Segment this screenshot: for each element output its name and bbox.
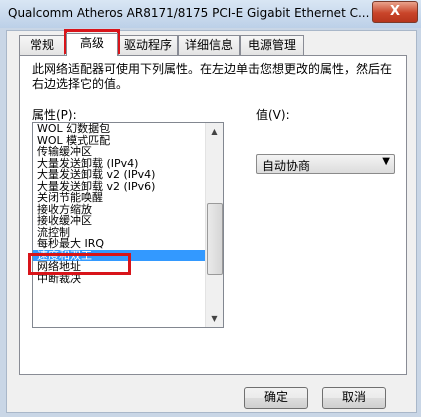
scroll-up-icon[interactable]: ▲ [206, 123, 223, 140]
scroll-down-icon[interactable]: ▼ [206, 310, 223, 327]
advanced-panel: 此网络适配器可使用下列属性。在左边单击您想更改的属性，然后在右边选择它的值。 属… [19, 55, 407, 375]
value-label: 值(V): [256, 108, 290, 122]
scroll-thumb[interactable] [207, 203, 223, 275]
list-item[interactable]: WOL 幻数据包 [33, 123, 223, 135]
property-label: 属性(P): [32, 108, 77, 122]
value-dropdown-text: 自动协商 [262, 159, 311, 173]
close-button[interactable]: X [372, 1, 418, 23]
tab-general[interactable]: 常规 [19, 35, 65, 55]
list-item[interactable]: 关闭节能唤醒 [33, 192, 223, 204]
item-highlight-box [28, 253, 131, 275]
panel-description: 此网络适配器可使用下列属性。在左边单击您想更改的属性，然后在右边选择它的值。 [32, 62, 393, 91]
property-list[interactable]: WOL 幻数据包 WOL 模式匹配 传输缓冲区 大量发送卸载 (IPv4) 大量… [32, 122, 224, 328]
list-scrollbar[interactable]: ▲ ▼ [205, 123, 223, 327]
list-item[interactable]: 接收缓冲区 [33, 215, 223, 227]
tab-power-management[interactable]: 电源管理 [240, 35, 304, 55]
list-item[interactable]: 大量发送卸载 v2 (IPv4) [33, 169, 223, 181]
cancel-button[interactable]: 取消 [322, 387, 386, 409]
value-dropdown[interactable]: 自动协商 ▼ [256, 154, 395, 174]
tab-driver[interactable]: 驱动程序 [118, 35, 178, 55]
title-bar: Qualcomm Atheros AR8171/8175 PCI-E Gigab… [0, 0, 421, 28]
ok-button[interactable]: 确定 [244, 387, 308, 409]
list-item[interactable]: 传输缓冲区 [33, 146, 223, 158]
window-title: Qualcomm Atheros AR8171/8175 PCI-E Gigab… [8, 6, 370, 20]
tab-advanced[interactable]: 高级 [66, 33, 118, 56]
list-item[interactable]: 每秒最大 IRQ [33, 238, 223, 250]
tab-details[interactable]: 详细信息 [178, 35, 240, 55]
chevron-down-icon: ▼ [382, 156, 390, 167]
dialog-body: 常规 高级 驱动程序 详细信息 电源管理 此网络适配器可使用下列属性。在左边单击… [6, 30, 417, 413]
